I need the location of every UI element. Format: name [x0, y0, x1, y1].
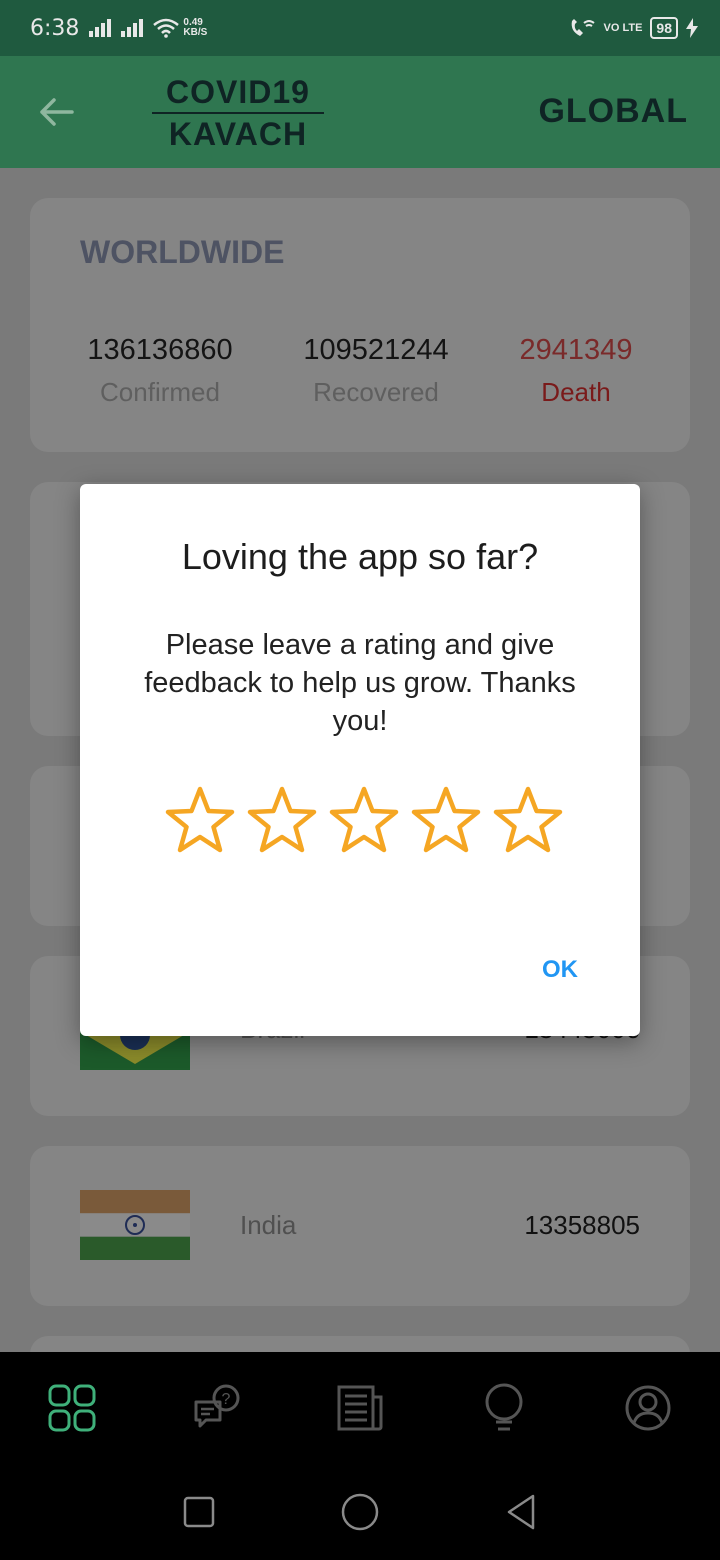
back-triangle-icon[interactable]: [503, 1492, 539, 1532]
faq-chat-icon: ?: [194, 1384, 240, 1428]
star-5-icon[interactable]: [492, 784, 564, 856]
status-bar: 6:38 0.49 KB/S VO LTE 98: [0, 0, 720, 56]
star-1-icon[interactable]: [164, 784, 236, 856]
logo-line1: COVID19: [166, 74, 310, 110]
logo-divider: [152, 112, 324, 114]
worldwide-card: WORLDWIDE 136136860 Confirmed 109521244 …: [30, 198, 690, 452]
star-2-icon[interactable]: [246, 784, 318, 856]
app-logo: COVID19 KAVACH: [148, 74, 328, 154]
confirmed-value: 136136860: [87, 334, 233, 366]
page-title[interactable]: GLOBAL: [538, 92, 688, 131]
nav-faq[interactable]: ?: [188, 1380, 244, 1436]
logo-line2: KAVACH: [168, 116, 308, 152]
star-3-icon[interactable]: [328, 784, 400, 856]
system-navigation: [0, 1464, 720, 1560]
india-flag-icon: [80, 1190, 190, 1260]
ok-button[interactable]: OK: [542, 956, 578, 984]
recovered-value: 109521244: [303, 334, 449, 366]
battery-indicator: 98: [650, 17, 678, 39]
recents-square-icon[interactable]: [181, 1494, 217, 1530]
dialog-title: Loving the app so far?: [181, 536, 539, 577]
nav-dashboard[interactable]: [44, 1380, 100, 1436]
network-speed-unit: KB/S: [183, 27, 208, 38]
wifi-call-icon: [571, 19, 595, 36]
dialog-message: Please leave a rating and give feedback …: [144, 629, 576, 737]
volte-indicator: VO LTE: [603, 22, 643, 34]
home-circle-icon[interactable]: [340, 1492, 380, 1532]
dashboard-grid-icon: [48, 1384, 96, 1432]
rating-stars: [164, 784, 564, 854]
news-icon: [337, 1385, 383, 1431]
nav-tips[interactable]: [476, 1380, 532, 1436]
back-arrow-icon[interactable]: [36, 92, 76, 132]
stat-confirmed: 136136860 Confirmed: [60, 334, 260, 408]
death-value: 2941349: [519, 334, 633, 366]
bottom-navigation: ?: [0, 1352, 720, 1464]
country-count: 13358805: [524, 1210, 640, 1240]
wifi-icon: [153, 18, 180, 38]
star-4-icon[interactable]: [410, 784, 482, 856]
confirmed-label: Confirmed: [100, 377, 220, 407]
app-bar: COVID19 KAVACH GLOBAL: [0, 56, 720, 168]
worldwide-title: WORLDWIDE: [80, 234, 285, 270]
stat-death: 2941349 Death: [476, 334, 676, 408]
lightbulb-icon: [485, 1383, 523, 1431]
rating-dialog: Loving the app so far? Please leave a ra…: [80, 484, 640, 1036]
recovered-label: Recovered: [313, 377, 439, 407]
charging-icon: [686, 18, 698, 38]
country-card-india[interactable]: India 13358805: [30, 1146, 690, 1306]
nav-news[interactable]: [332, 1380, 388, 1436]
status-time: 6:38: [30, 15, 80, 41]
country-name: India: [240, 1210, 297, 1240]
signal-icon: [89, 19, 112, 37]
signal-icon-2: [121, 19, 144, 37]
svg-text:?: ?: [222, 1391, 231, 1408]
profile-icon: [625, 1385, 671, 1431]
network-speed: 0.49 KB/S: [183, 18, 207, 38]
nav-profile[interactable]: [620, 1380, 676, 1436]
stat-recovered: 109521244 Recovered: [276, 334, 476, 408]
death-label: Death: [541, 377, 611, 407]
